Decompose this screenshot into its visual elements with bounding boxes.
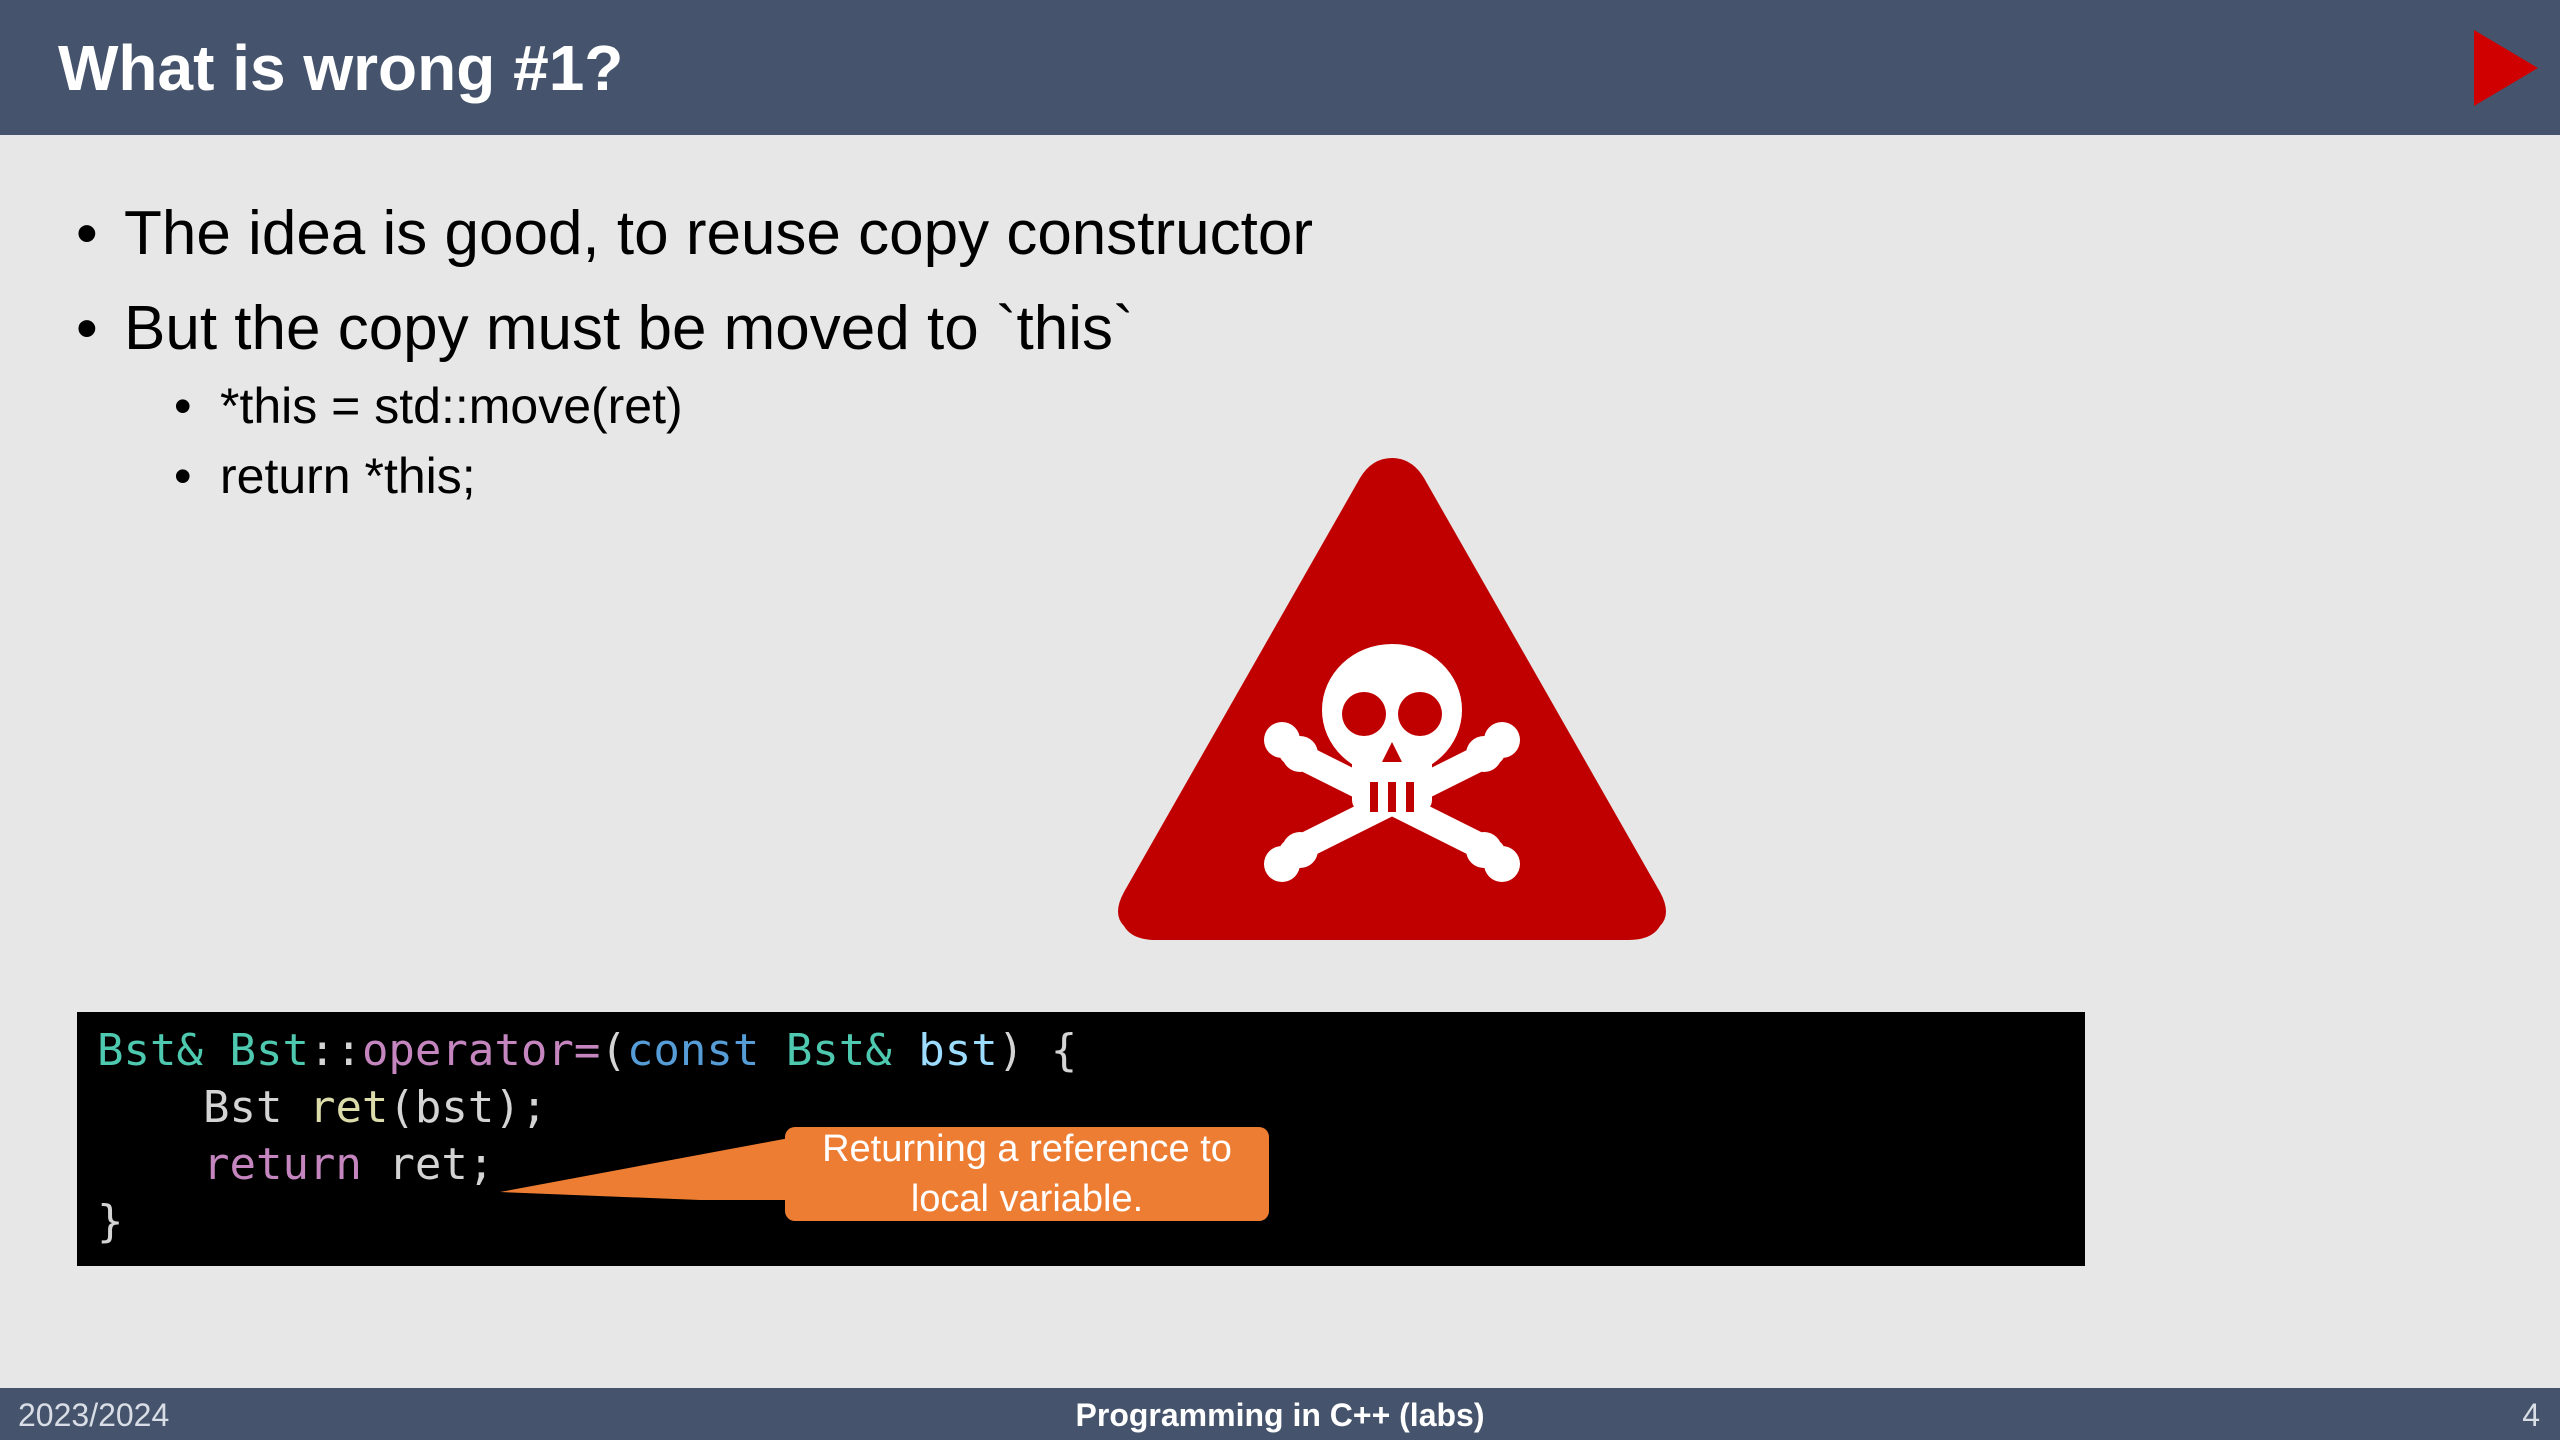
code-token: ret; — [361, 1139, 495, 1190]
code-token: const — [626, 1025, 760, 1076]
code-token: ( — [600, 1025, 627, 1076]
sub-bullet-text: *this = std::move(ret) — [220, 378, 683, 434]
bullet-dot: • — [174, 378, 192, 434]
slide-footer: 2023/2024 Programming in C++ (labs) 4 — [0, 1388, 2560, 1440]
code-token: Bst& — [97, 1025, 203, 1076]
code-token: } — [97, 1196, 124, 1247]
callout-line: local variable. — [910, 1178, 1144, 1220]
next-slide-arrow-icon[interactable] — [2474, 30, 2538, 106]
bullet-item: • The idea is good, to reuse copy constr… — [76, 196, 1313, 272]
code-token: Bst — [202, 1082, 283, 1133]
bullet-dot: • — [76, 294, 98, 363]
code-token: :: — [308, 1025, 362, 1076]
code-token: ret — [308, 1082, 389, 1133]
skull-crossbones-warning-icon — [1112, 452, 1672, 948]
sub-bullet-item: • return *this; — [174, 445, 476, 507]
code-token: bst — [918, 1025, 998, 1076]
footer-course-title: Programming in C++ (labs) — [1075, 1397, 1485, 1433]
sub-bullet-text: return *this; — [220, 448, 476, 504]
sub-bullet-item: • *this = std::move(ret) — [174, 375, 683, 437]
slide-header: What is wrong #1? — [0, 0, 2560, 135]
code-token: ) { — [997, 1025, 1078, 1076]
bullet-text: But the copy must be moved to `this` — [124, 294, 1134, 363]
code-token: operator= — [361, 1025, 601, 1076]
code-token: (bst); — [388, 1082, 548, 1133]
code-token: return — [202, 1139, 362, 1190]
slide-title: What is wrong #1? — [58, 32, 624, 104]
callout-pointer — [500, 1130, 800, 1200]
bullet-text: The idea is good, to reuse copy construc… — [124, 199, 1313, 268]
code-token: Bst — [229, 1025, 309, 1076]
footer-page-number: 4 — [2522, 1397, 2540, 1433]
bullet-dot: • — [76, 199, 98, 268]
code-token: Bst& — [785, 1025, 892, 1076]
callout-line: Returning a reference to — [822, 1128, 1232, 1170]
bullet-item: • But the copy must be moved to `this` — [76, 291, 1134, 367]
callout-note: Returning a reference to local variable. — [785, 1127, 1269, 1221]
bullet-dot: • — [174, 448, 192, 504]
